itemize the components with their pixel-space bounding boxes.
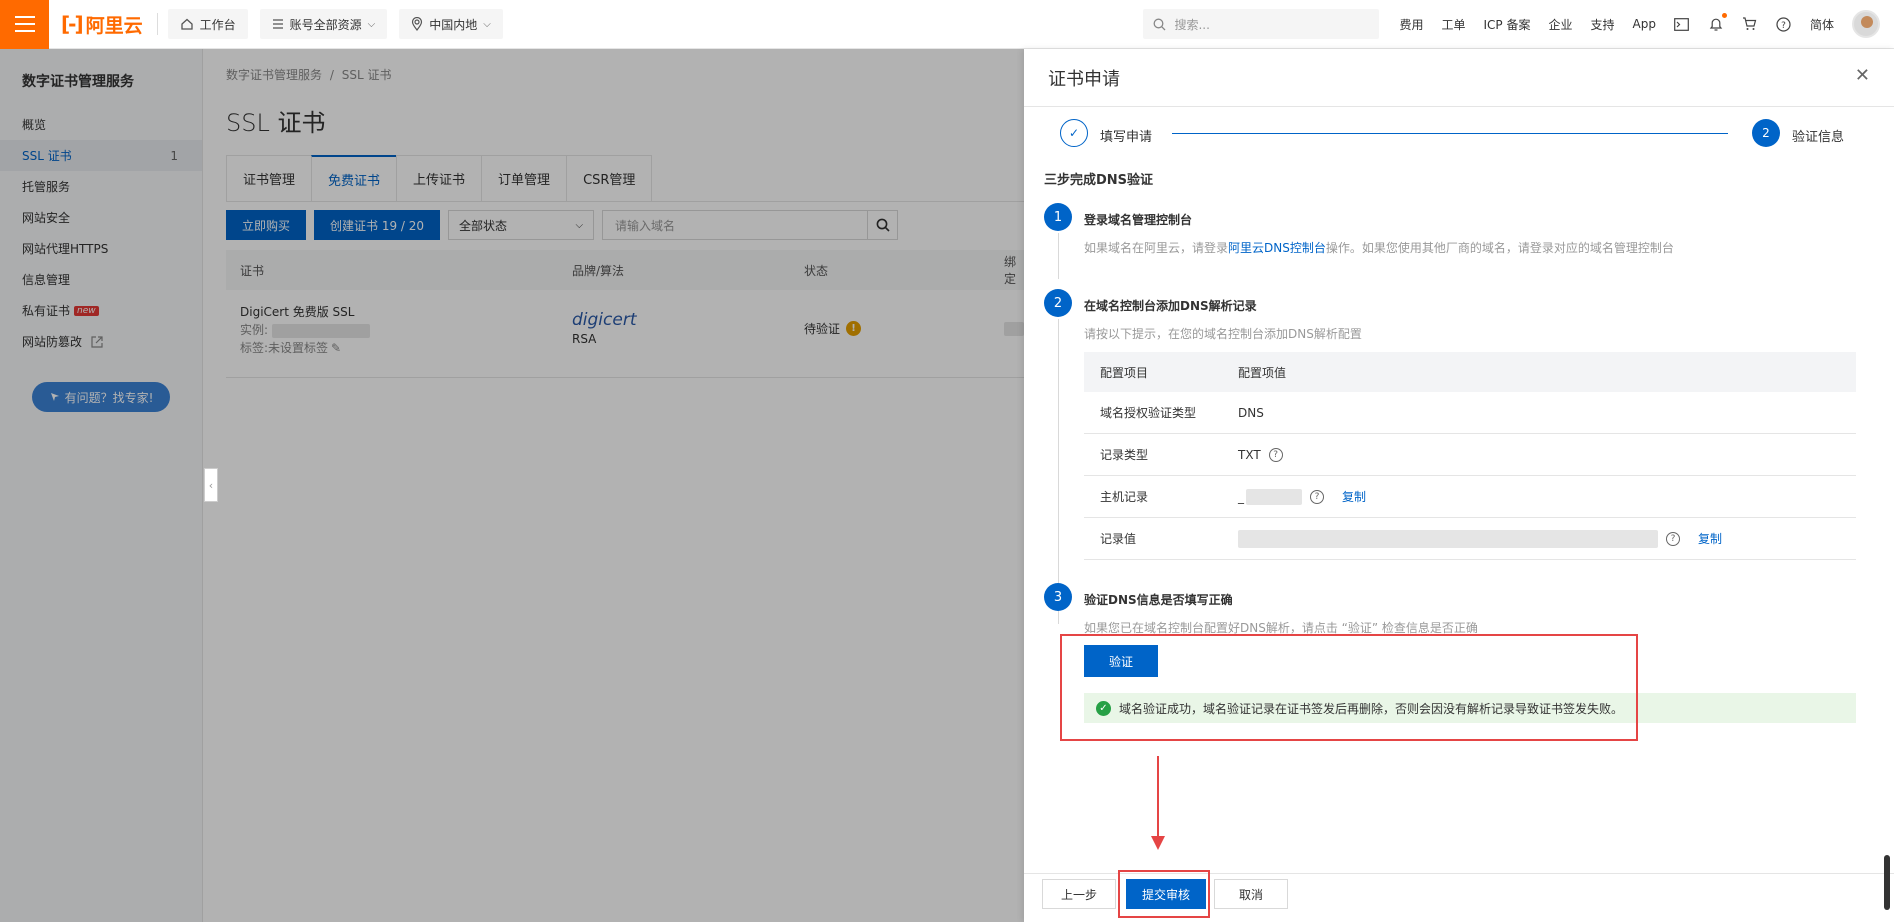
link-app[interactable]: App: [1633, 17, 1656, 31]
config-key: 主机记录: [1100, 490, 1149, 504]
cancel-button[interactable]: 取消: [1214, 879, 1288, 909]
link-support[interactable]: 支持: [1591, 16, 1615, 33]
annotation-arrow-head: [1151, 836, 1165, 850]
global-search-input[interactable]: 搜索...: [1143, 9, 1380, 39]
svg-text:?: ?: [1782, 21, 1787, 31]
search-placeholder: 搜索...: [1174, 17, 1210, 32]
drawer-title: 证书申请: [1048, 68, 1120, 90]
annotation-highlight-box: [1060, 634, 1638, 741]
step-connector: [1172, 133, 1728, 134]
home-icon: [180, 18, 193, 30]
region-label: 中国内地: [429, 17, 478, 32]
section-desc-text: 操作。如果您使用其他厂商的域名，请登录对应的域名管理控制台: [1325, 241, 1674, 255]
section-number: 3: [1044, 583, 1072, 611]
dns-config-table: 配置项目 配置项值 域名授权验证类型 DNS 记录类型 TXT? 主机记录 _?…: [1084, 352, 1856, 560]
logo-text: 阿里云: [85, 14, 143, 37]
copy-record-value-button[interactable]: 复制: [1698, 530, 1722, 547]
table-header: 配置项目 配置项值: [1084, 352, 1856, 392]
annotation-highlight-box: [1118, 870, 1210, 918]
resources-dropdown[interactable]: 账号全部资源 ⌵: [259, 9, 388, 39]
dns-verify-heading: 三步完成DNS验证: [1044, 173, 1154, 188]
config-key: 记录类型: [1100, 448, 1149, 462]
table-row: 记录类型 TXT?: [1084, 434, 1856, 476]
resources-label: 账号全部资源: [289, 17, 362, 32]
record-value-redacted: [1238, 529, 1658, 548]
divider: [156, 13, 158, 35]
workbench-label: 工作台: [199, 17, 236, 32]
search-icon: [1154, 18, 1166, 30]
help-icon[interactable]: ?: [1666, 531, 1680, 546]
section-connector: [1058, 319, 1059, 624]
config-value: TXT: [1238, 447, 1261, 462]
step-indicator: ✓ 填写申请 2 验证信息: [1060, 119, 1852, 149]
copy-host-record-button[interactable]: 复制: [1342, 488, 1366, 505]
modal-overlay[interactable]: [0, 49, 1024, 922]
step-label: 填写申请: [1100, 130, 1153, 145]
host-record-redacted: [1246, 488, 1302, 505]
section-title: 验证DNS信息是否填写正确: [1084, 593, 1233, 607]
workbench-button[interactable]: 工作台: [167, 9, 248, 39]
config-value: DNS: [1238, 405, 1264, 420]
scrollbar[interactable]: [1884, 855, 1890, 910]
prev-step-button[interactable]: 上一步: [1042, 879, 1116, 909]
notification-dot: [1721, 13, 1727, 18]
table-row: 主机记录 _? 复制: [1084, 476, 1856, 518]
section-connector: [1058, 233, 1059, 279]
aliyun-logo[interactable]: [-] 阿里云: [61, 11, 143, 38]
section-desc-text: 如果域名在阿里云，请登录: [1084, 241, 1229, 255]
section-number: 2: [1044, 289, 1072, 317]
section-desc: 请按以下提示，在您的域名控制台添加DNS解析配置: [1084, 327, 1362, 341]
link-billing[interactable]: 费用: [1399, 16, 1423, 33]
step-number: 2: [1752, 119, 1780, 147]
close-icon[interactable]: ✕: [1855, 65, 1870, 86]
avatar[interactable]: [1852, 10, 1880, 38]
cart-icon[interactable]: [1742, 16, 1758, 32]
sidebar-collapse-handle[interactable]: ‹: [204, 468, 218, 502]
section-title: 在域名控制台添加DNS解析记录: [1084, 299, 1257, 313]
help-icon[interactable]: ?: [1776, 16, 1792, 32]
cert-apply-drawer: 证书申请 ✕ ✓ 填写申请 2 验证信息 三步完成DNS验证 1 登录域名管理控…: [1024, 49, 1894, 922]
link-enterprise[interactable]: 企业: [1549, 16, 1573, 33]
link-icp[interactable]: ICP 备案: [1484, 16, 1531, 33]
dns-console-link[interactable]: 阿里云DNS控制台: [1228, 241, 1326, 255]
chevron-down-icon: ⌵: [367, 18, 376, 30]
menu-icon[interactable]: [0, 0, 49, 49]
link-ticket[interactable]: 工单: [1442, 16, 1466, 33]
config-value: _: [1238, 489, 1244, 504]
bell-icon[interactable]: [1708, 13, 1727, 32]
region-dropdown[interactable]: 中国内地 ⌵: [399, 9, 503, 39]
section-title: 登录域名管理控制台: [1084, 213, 1193, 227]
column-header: 配置项值: [1238, 365, 1287, 380]
cancel-label: 取消: [1238, 887, 1263, 902]
check-icon: ✓: [1060, 119, 1088, 147]
prev-step-label: 上一步: [1060, 887, 1097, 902]
table-row: 域名授权验证类型 DNS: [1084, 392, 1856, 434]
help-icon[interactable]: ?: [1310, 489, 1324, 504]
terminal-icon[interactable]: [1674, 16, 1690, 32]
table-row: 记录值 ? 复制: [1084, 518, 1856, 560]
config-key: 域名授权验证类型: [1100, 406, 1197, 420]
top-navbar: [-] 阿里云 工作台 账号全部资源 ⌵ 中国内地 ⌵ 搜索... 费用 工单 I…: [0, 0, 1894, 49]
language-switch[interactable]: 简体: [1810, 16, 1834, 33]
column-header: 配置项目: [1100, 365, 1149, 380]
top-links: 费用 工单 ICP 备案 企业 支持 App ? 简体: [1399, 10, 1894, 38]
drawer-header: 证书申请: [1024, 49, 1894, 107]
section-desc: 如果域名在阿里云，请登录阿里云DNS控制台操作。如果您使用其他厂商的域名，请登录…: [1084, 239, 1674, 256]
section-number: 1: [1044, 203, 1072, 231]
annotation-arrow: [1157, 756, 1159, 836]
help-icon[interactable]: ?: [1268, 447, 1283, 462]
config-key: 记录值: [1100, 532, 1137, 546]
location-icon: [412, 17, 423, 31]
chevron-down-icon: ⌵: [483, 18, 491, 30]
list-icon: [272, 19, 283, 29]
step-label: 验证信息: [1792, 130, 1845, 145]
